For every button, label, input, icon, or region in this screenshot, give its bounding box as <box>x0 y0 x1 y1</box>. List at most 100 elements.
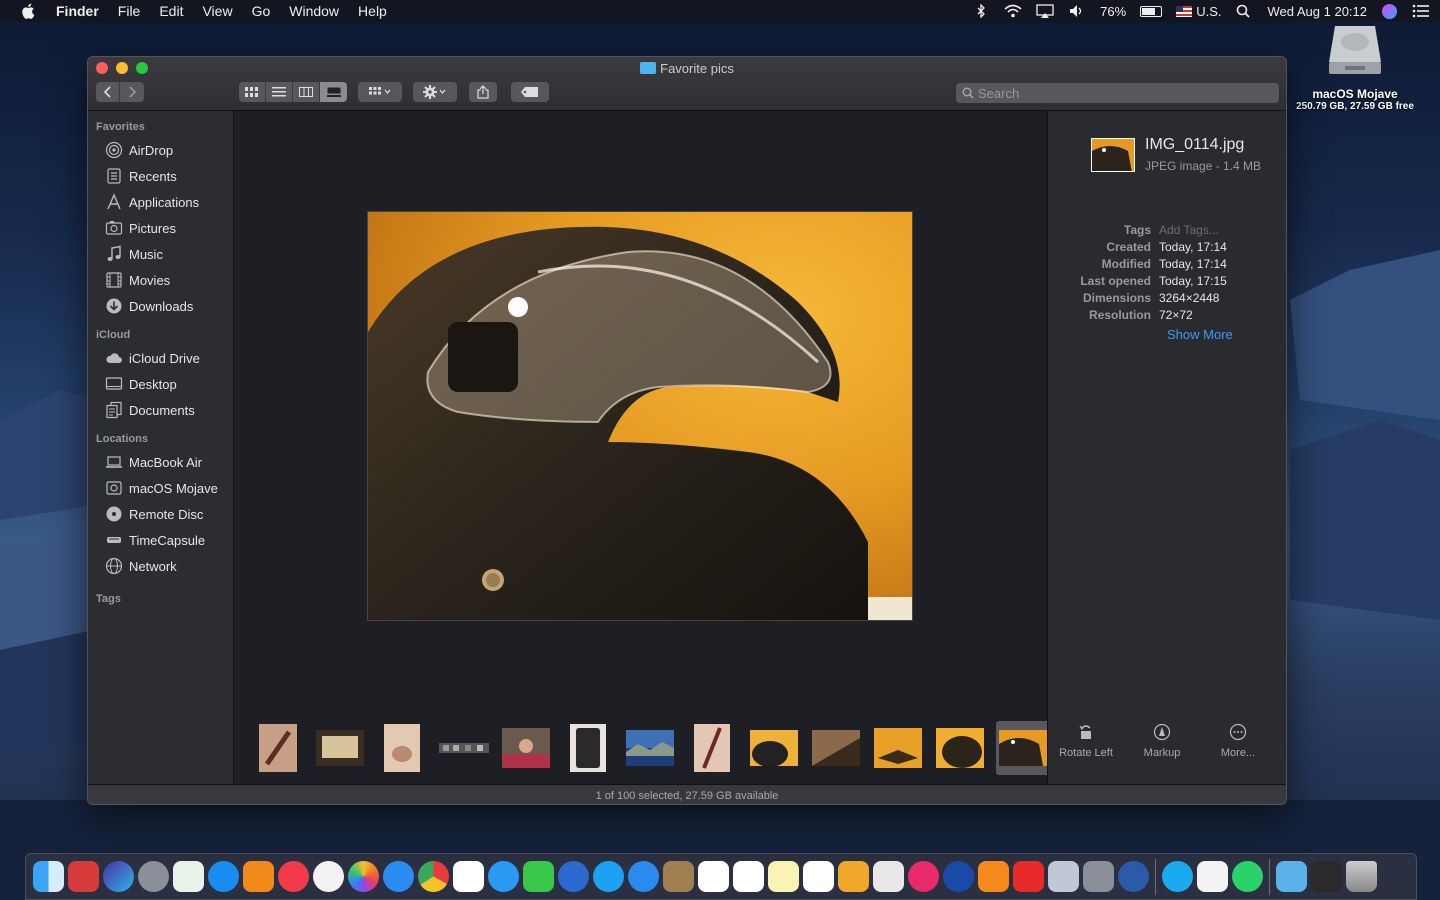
sidebar-item-timecapsule[interactable]: TimeCapsule <box>88 527 233 553</box>
tags-button[interactable] <box>511 82 549 102</box>
trash-dock-icon[interactable] <box>1346 861 1377 892</box>
search-input[interactable] <box>978 85 1258 101</box>
skype-dock-icon[interactable] <box>1162 861 1193 892</box>
sidebar-item-macos-mojave[interactable]: macOS Mojave <box>88 475 233 501</box>
thumbnail[interactable] <box>810 723 862 773</box>
photo-booth-dock-icon[interactable] <box>68 861 99 892</box>
testflight-dock-icon[interactable] <box>628 861 659 892</box>
textedit-dock-icon[interactable] <box>1197 861 1228 892</box>
notefile-dock-icon[interactable] <box>663 861 694 892</box>
books-dock-icon[interactable] <box>243 861 274 892</box>
sidebar-item-remote-disc[interactable]: Remote Disc <box>88 501 233 527</box>
reminders-dock-icon[interactable] <box>803 861 834 892</box>
vlc-dock-icon[interactable] <box>978 861 1009 892</box>
safari-dock-icon[interactable] <box>383 861 414 892</box>
thumbnail[interactable] <box>438 723 490 773</box>
more-button[interactable]: More... <box>1200 723 1276 759</box>
pdf-expert-dock-icon[interactable] <box>1013 861 1044 892</box>
thumbnail[interactable] <box>872 723 924 773</box>
preview-app-dock-icon[interactable] <box>1048 861 1079 892</box>
messages-dock-icon[interactable] <box>488 861 519 892</box>
sidebar-item-music[interactable]: Music <box>88 241 233 267</box>
thumbnail[interactable] <box>314 723 366 773</box>
sidebar-item-macbook-air[interactable]: MacBook Air <box>88 449 233 475</box>
thumbnail[interactable] <box>252 723 304 773</box>
thumbnail[interactable] <box>500 723 552 773</box>
photo-editor-dock-icon[interactable] <box>873 861 904 892</box>
menu-file[interactable]: File <box>118 3 141 19</box>
tweetbot-dock-icon[interactable] <box>558 861 589 892</box>
rotate-left-button[interactable]: Rotate Left <box>1048 723 1124 759</box>
sidebar-item-airdrop[interactable]: AirDrop <box>88 137 233 163</box>
wifi-icon[interactable] <box>1004 4 1022 18</box>
thumbnail[interactable] <box>934 723 986 773</box>
menu-window[interactable]: Window <box>289 3 339 19</box>
column-view-button[interactable] <box>293 82 320 102</box>
preview-dock-icon[interactable] <box>173 861 204 892</box>
sidebar-item-network[interactable]: Network <box>88 553 233 579</box>
thumbnail[interactable] <box>376 723 428 773</box>
system-preferences-dock-icon[interactable] <box>1083 861 1114 892</box>
icon-view-button[interactable] <box>239 82 266 102</box>
apple-menu-icon[interactable] <box>20 2 38 20</box>
show-more-link[interactable]: Show More <box>1167 327 1233 342</box>
slack-dock-icon[interactable] <box>453 861 484 892</box>
twitter-dock-icon[interactable] <box>593 861 624 892</box>
add-tags-field[interactable]: Add Tags... <box>1159 223 1219 240</box>
migration-dock-icon[interactable] <box>1118 861 1149 892</box>
menu-view[interactable]: View <box>202 3 232 19</box>
group-by-button[interactable] <box>358 82 402 102</box>
battery-percent[interactable]: 76% <box>1100 4 1126 19</box>
notes-dock-icon[interactable] <box>768 861 799 892</box>
window-titlebar[interactable]: Favorite pics <box>88 57 1286 111</box>
share-button[interactable] <box>469 82 497 102</box>
launchpad-dock-icon[interactable] <box>138 861 169 892</box>
news-dock-icon[interactable] <box>278 861 309 892</box>
facetime-dock-icon[interactable] <box>523 861 554 892</box>
forward-button[interactable] <box>120 82 144 102</box>
downloads-stack-dock-icon[interactable] <box>1276 861 1307 892</box>
calendar-dock-icon[interactable] <box>698 861 729 892</box>
menu-app-name[interactable]: Finder <box>56 3 99 19</box>
thumbnail[interactable] <box>562 723 614 773</box>
markup-button[interactable]: Markup <box>1124 723 1200 759</box>
chrome-dock-icon[interactable] <box>418 861 449 892</box>
bluetooth-icon[interactable] <box>972 4 990 18</box>
finder-dock-icon[interactable] <box>33 861 64 892</box>
search-field[interactable] <box>956 83 1279 103</box>
menu-go[interactable]: Go <box>252 3 271 19</box>
notification-center-icon[interactable] <box>1412 4 1430 18</box>
menu-help[interactable]: Help <box>358 3 387 19</box>
airplay-icon[interactable] <box>1036 4 1054 18</box>
sidebar-item-recents[interactable]: Recents <box>88 163 233 189</box>
us-flag-icon[interactable] <box>1176 5 1193 17</box>
spotlight-search-icon[interactable] <box>1235 4 1253 18</box>
thumbnail[interactable] <box>686 723 738 773</box>
back-button[interactable] <box>96 82 120 102</box>
list-view-button[interactable] <box>266 82 293 102</box>
sidebar-item-applications[interactable]: Applications <box>88 189 233 215</box>
sidebar-item-desktop[interactable]: Desktop <box>88 371 233 397</box>
app-store-dock-icon[interactable] <box>208 861 239 892</box>
thumbnail[interactable] <box>748 723 800 773</box>
1password-dock-icon[interactable] <box>943 861 974 892</box>
sidebar-item-movies[interactable]: Movies <box>88 267 233 293</box>
battery-icon[interactable] <box>1140 5 1163 17</box>
clock[interactable]: Wed Aug 1 20:12 <box>1267 4 1367 19</box>
action-menu-button[interactable] <box>413 82 457 102</box>
fantastical-dock-icon[interactable] <box>733 861 764 892</box>
volume-icon[interactable] <box>1068 4 1086 18</box>
thumbnail[interactable] <box>624 723 676 773</box>
sidebar-item-pictures[interactable]: Pictures <box>88 215 233 241</box>
photos-dock-icon[interactable] <box>348 861 379 892</box>
kiwi-dock-icon[interactable] <box>908 861 939 892</box>
pixelmator-dock-icon[interactable] <box>838 861 869 892</box>
sidebar-item-downloads[interactable]: Downloads <box>88 293 233 319</box>
desktop-disk-icon[interactable]: macOS Mojave 250.79 GB, 27.59 GB free <box>1290 22 1420 112</box>
sidebar-item-icloud-drive[interactable]: iCloud Drive <box>88 345 233 371</box>
preview-image[interactable] <box>367 211 913 621</box>
sidebar-item-documents[interactable]: Documents <box>88 397 233 423</box>
itunes-dock-icon[interactable] <box>313 861 344 892</box>
menu-edit[interactable]: Edit <box>159 3 183 19</box>
siri-icon[interactable] <box>1381 3 1398 20</box>
